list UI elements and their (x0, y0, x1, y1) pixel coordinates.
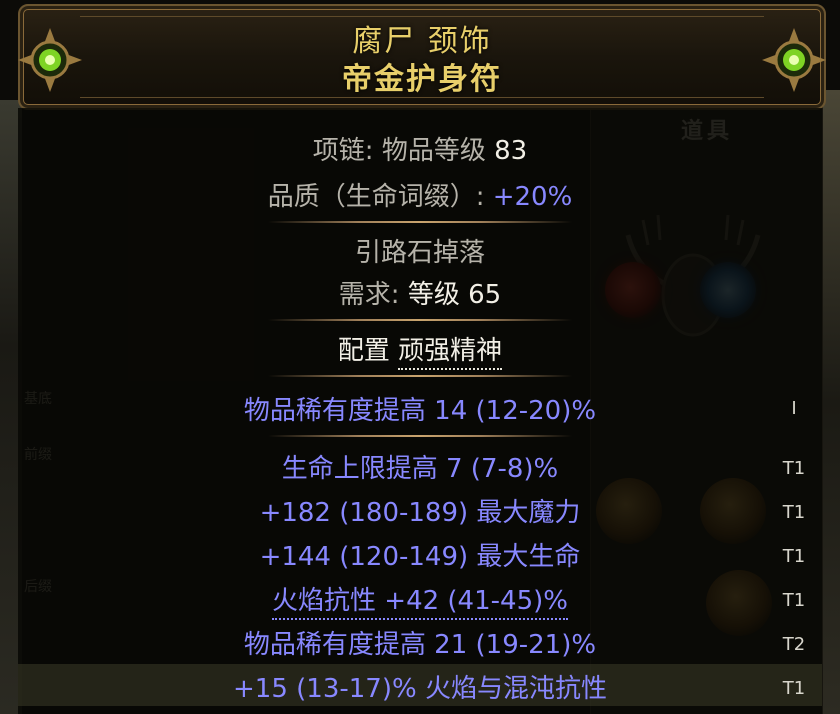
mod-tier-badge: T1 (782, 678, 806, 699)
quality-line: 品质（生命词缀）: +20% (18, 176, 822, 213)
tooltip-header: 腐尸 颈饰 帝金护身符 (18, 4, 826, 110)
requirements-label: 需求: (338, 280, 408, 310)
item-source: 引路石掉落 (354, 238, 485, 268)
tooltip-body: 项链: 物品等级 83 品质（生命词缀）: +20% 引路石掉落 需求: 等级 … (18, 108, 822, 714)
explicit-mod: 物品稀有度提高 21 (19-21)% (243, 630, 597, 660)
mod-tier-badge: T1 (782, 590, 806, 611)
implicit-mod: 物品稀有度提高 14 (12-20)% (243, 396, 597, 426)
separator (18, 430, 822, 442)
item-tooltip: 腐尸 颈饰 帝金护身符 项链: 物品等级 83 品质（生命词缀）: +20% 引… (18, 4, 826, 714)
mod-tier-badge: T1 (782, 502, 806, 523)
requirements-line: 需求: 等级 65 (18, 274, 822, 311)
separator (18, 314, 822, 326)
config-line: 配置 顽强精神 (18, 330, 822, 370)
implicit-tier-badge: I (791, 398, 797, 419)
quality-value: +20% (492, 182, 573, 212)
explicit-mod: 火焰抗性 +42 (41-45)% (18, 580, 822, 620)
explicit-mod: +15 (13-17)% 火焰与混沌抗性 (233, 674, 607, 704)
item-level-value: 83 (494, 136, 528, 166)
requirements-value: 等级 65 (407, 280, 502, 310)
explicit-mod: +182 (180-189) 最大魔力 (259, 498, 581, 528)
config-value[interactable]: 顽强精神 (398, 336, 503, 370)
item-base-type: 帝金护身符 (342, 62, 502, 97)
explicit-mod: +144 (120-149) 最大生命 (259, 542, 581, 572)
mod-tier-badge: T1 (782, 546, 806, 567)
explicit-mod-text[interactable]: 火焰抗性 +42 (41-45)% (272, 586, 568, 620)
quality-label: 品质（生命词缀）: (267, 182, 493, 212)
separator (18, 370, 822, 382)
config-label: 配置 (337, 336, 399, 366)
separator (18, 216, 822, 228)
item-class-label: 项链: 物品等级 (312, 136, 495, 166)
mod-tier-badge: T1 (782, 458, 806, 479)
right-edge (822, 90, 840, 714)
item-class-line: 项链: 物品等级 83 (18, 130, 822, 167)
mod-tier-badge: T2 (782, 634, 806, 655)
explicit-mod: 生命上限提高 7 (7-8)% (281, 454, 559, 484)
